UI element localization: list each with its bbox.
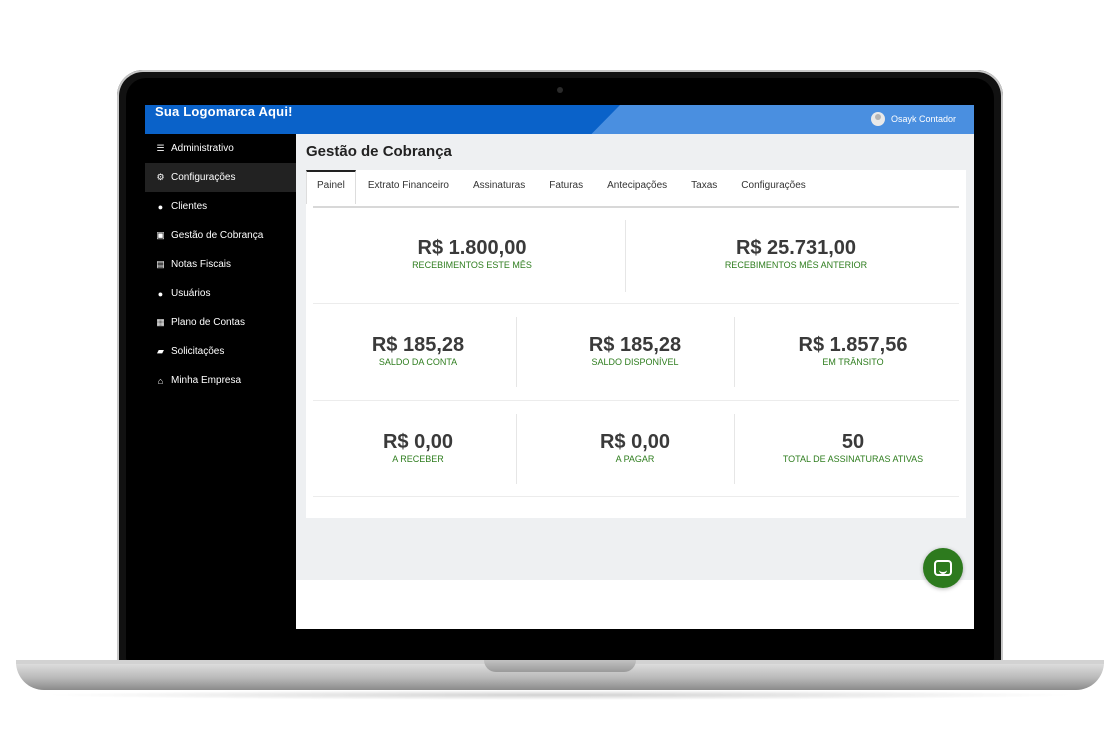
sidebar-item-label: Solicitações xyxy=(171,346,225,357)
stat-label: A PAGAR xyxy=(615,454,655,464)
tab-configuracoes[interactable]: Configurações xyxy=(729,170,817,202)
stat-value: R$ 185,28 xyxy=(371,334,465,356)
stat-available-balance: R$ 185,28 SALDO DISPONÍVEL xyxy=(525,333,745,368)
tab-antecipacoes[interactable]: Antecipações xyxy=(595,170,679,202)
logo-text[interactable]: Sua Logomarca Aqui! xyxy=(155,105,295,119)
laptop-shadow xyxy=(40,690,1080,700)
sidebar-item-label: Plano de Contas xyxy=(171,317,245,328)
footer-area xyxy=(296,580,974,629)
stat-label: RECEBIMENTOS ESTE MÊS xyxy=(412,260,532,270)
user-name: Osayk Contador xyxy=(890,114,956,124)
stat-received-this-month: R$ 1.800,00 RECEBIMENTOS ESTE MÊS xyxy=(313,236,631,271)
page-title: Gestão de Cobrança xyxy=(306,143,452,160)
sidebar-item-label: Usuários xyxy=(171,288,211,299)
stat-label: EM TRÂNSITO xyxy=(822,357,884,367)
stat-value: R$ 1.800,00 xyxy=(417,237,527,259)
divider xyxy=(516,317,517,387)
sidebar-item-notas-fiscais[interactable]: ▤ Notas Fiscais xyxy=(145,250,296,279)
sidebar-item-label: Configurações xyxy=(171,172,236,183)
sidebar-item-label: Clientes xyxy=(171,201,208,212)
avatar xyxy=(870,112,885,126)
sidebar-item-plano-contas[interactable]: ▦ Plano de Contas xyxy=(145,308,296,337)
user-menu[interactable]: Osayk Contador xyxy=(870,112,956,126)
sidebar-item-usuarios[interactable]: ● Usuários xyxy=(145,279,296,308)
calculator-icon: ▦ xyxy=(156,317,165,327)
stat-label: SALDO DISPONÍVEL xyxy=(591,357,679,367)
chat-button[interactable] xyxy=(923,548,963,588)
tab-divider xyxy=(313,206,959,208)
top-bar: Sua Logomarca Aqui! Osayk Contador xyxy=(145,105,974,134)
chat-icon: ▰ xyxy=(157,346,164,356)
divider xyxy=(516,414,517,484)
stat-label: RECEBIMENTOS MÊS ANTERIOR xyxy=(724,260,868,270)
sidebar-item-gestao-cobranca[interactable]: ▣ Gestão de Cobrança xyxy=(145,221,296,250)
divider xyxy=(313,303,959,304)
divider xyxy=(734,317,735,387)
sidebar-item-label: Minha Empresa xyxy=(171,375,242,386)
tab-assinaturas[interactable]: Assinaturas xyxy=(461,170,537,202)
document-icon: ▤ xyxy=(156,259,165,269)
chat-icon xyxy=(934,560,952,576)
stat-payable: R$ 0,00 A PAGAR xyxy=(525,430,745,465)
app-screen: Sua Logomarca Aqui! Osayk Contador ☰ Adm… xyxy=(145,105,974,629)
sidebar-item-label: Gestão de Cobrança xyxy=(171,230,264,241)
divider xyxy=(313,400,959,401)
stat-receivable: R$ 0,00 A RECEBER xyxy=(313,430,523,465)
stat-value: R$ 185,28 xyxy=(588,334,682,356)
menu-icon: ☰ xyxy=(156,143,165,153)
user-icon: ● xyxy=(157,201,164,212)
stat-label: A RECEBER xyxy=(392,454,444,464)
sidebar-item-minha-empresa[interactable]: ⌂ Minha Empresa xyxy=(145,366,296,395)
sidebar-item-configuracoes[interactable]: ⚙ Configurações xyxy=(145,163,296,192)
stat-label: TOTAL DE ASSINATURAS ATIVAS xyxy=(782,454,924,464)
camera-icon xyxy=(557,87,563,93)
dashboard-card: Painel Extrato Financeiro Assinaturas Fa… xyxy=(306,170,966,518)
divider xyxy=(625,220,626,292)
stat-account-balance: R$ 185,28 SALDO DA CONTA xyxy=(313,333,523,368)
divider xyxy=(313,496,959,497)
stat-received-last-month: R$ 25.731,00 RECEBIMENTOS MÊS ANTERIOR xyxy=(633,236,959,271)
stat-value: R$ 1.857,56 xyxy=(798,334,908,356)
stat-value: R$ 25.731,00 xyxy=(735,237,857,259)
laptop-notch xyxy=(484,660,636,672)
tab-extrato-financeiro[interactable]: Extrato Financeiro xyxy=(356,170,461,202)
sidebar-item-label: Administrativo xyxy=(171,143,234,154)
tab-bar: Painel Extrato Financeiro Assinaturas Fa… xyxy=(306,170,818,204)
home-icon: ⌂ xyxy=(157,375,164,386)
money-icon: ▣ xyxy=(156,230,165,240)
divider xyxy=(734,414,735,484)
sidebar-item-label: Notas Fiscais xyxy=(171,259,232,270)
sidebar-item-administrativo[interactable]: ☰ Administrativo xyxy=(145,134,296,163)
sidebar-item-clientes[interactable]: ● Clientes xyxy=(145,192,296,221)
sidebar: ☰ Administrativo ⚙ Configurações ● Clien… xyxy=(145,134,296,629)
stat-value: R$ 0,00 xyxy=(382,431,454,453)
users-icon: ● xyxy=(157,288,164,299)
stat-in-transit: R$ 1.857,56 EM TRÂNSITO xyxy=(743,333,963,368)
stat-value: 50 xyxy=(841,431,865,453)
tab-painel[interactable]: Painel xyxy=(306,170,356,204)
tab-taxas[interactable]: Taxas xyxy=(679,170,729,202)
stat-value: R$ 0,00 xyxy=(599,431,671,453)
stat-active-subscriptions: 50 TOTAL DE ASSINATURAS ATIVAS xyxy=(743,430,963,465)
main-content: Gestão de Cobrança Painel Extrato Financ… xyxy=(296,134,974,580)
sidebar-item-solicitacoes[interactable]: ▰ Solicitações xyxy=(145,337,296,366)
tab-faturas[interactable]: Faturas xyxy=(537,170,595,202)
gears-icon: ⚙ xyxy=(156,172,165,182)
stat-label: SALDO DA CONTA xyxy=(378,357,458,367)
